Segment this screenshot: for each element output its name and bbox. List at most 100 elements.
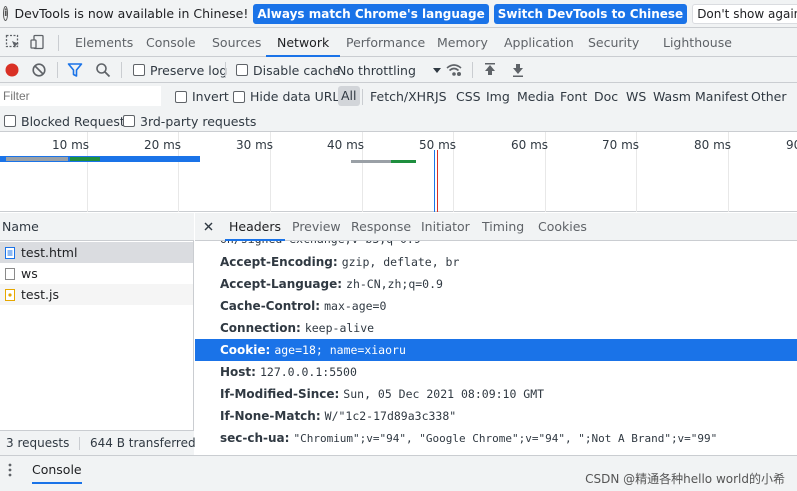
header-value: age=18; name=xiaoru [274,343,406,357]
filter-type-font[interactable]: Font [560,83,587,110]
header-row[interactable]: Host: 127.0.0.1:5500 [195,361,797,383]
export-har-icon[interactable] [510,62,526,78]
header-row[interactable]: Connection: keep-alive [195,317,797,339]
tab-application[interactable]: Application [504,28,574,57]
name-column-header[interactable]: Name [0,213,194,241]
header-value: W/"1c2-17d89a3c338" [324,409,457,423]
inspect-element-icon[interactable] [5,34,21,50]
header-row[interactable]: If-None-Match: W/"1c2-17d89a3c338" [195,405,797,427]
invert-label: Invert [192,89,229,104]
checkbox-box[interactable] [4,115,16,127]
request-options-bar: Blocked Requests 3rd-party requests [0,110,797,132]
tab-elements[interactable]: Elements [75,28,133,57]
filter-type-all[interactable]: All [338,86,360,106]
header-row-selected[interactable]: Cookie: age=18; name=xiaoru [195,339,797,361]
filter-input[interactable] [0,86,161,106]
checkbox-box[interactable] [236,64,248,76]
search-icon[interactable] [95,62,111,78]
filter-type-media[interactable]: Media [517,83,555,110]
waterfall-bar-download [391,160,416,163]
script-icon [5,288,15,301]
tab-response[interactable]: Response [351,213,411,241]
disable-cache-checkbox[interactable]: Disable cache [236,57,340,83]
device-toolbar-icon[interactable] [30,34,46,50]
third-party-checkbox[interactable]: 3rd-party requests [123,110,256,132]
preserve-log-label: Preserve log [150,62,228,78]
switch-to-chinese-button[interactable]: Switch DevTools to Chinese [493,3,688,24]
checkbox-box[interactable] [123,115,135,127]
tab-security[interactable]: Security [588,28,639,57]
disable-cache-label: Disable cache [253,62,341,78]
filter-icon[interactable] [67,62,83,78]
requests-list-pane: Name test.html ws test.js 3 requests 644… [0,213,207,455]
request-row[interactable]: test.html [0,242,193,263]
import-har-icon[interactable] [482,62,498,78]
tick-label: 10 ms [52,138,90,152]
tab-network[interactable]: Network [266,28,341,57]
timeline-overview[interactable]: 10 ms 20 ms 30 ms 40 ms 50 ms 60 ms 70 m… [0,132,797,212]
tab-console[interactable]: Console [146,28,196,57]
dont-show-again-button[interactable]: Don't show again [692,3,797,24]
blocked-requests-label: Blocked Requests [21,113,132,129]
filter-type-wasm[interactable]: Wasm [653,83,691,110]
filter-type-img[interactable]: Img [486,83,510,110]
filter-type-doc[interactable]: Doc [594,83,618,110]
load-event-marker [437,150,438,212]
request-row[interactable]: test.js [0,284,193,305]
clear-icon[interactable] [31,62,47,78]
drawer-tab-console[interactable]: Console [32,456,82,484]
waterfall-bar-download [70,157,100,161]
tab-cookies[interactable]: Cookies [538,213,587,241]
filter-type-manifest[interactable]: Manifest [695,83,748,110]
header-row[interactable]: Cache-Control: max-age=0 [195,295,797,317]
checkbox-box[interactable] [175,90,187,103]
drawer-menu-icon[interactable] [8,463,12,477]
filter-type-fetch-xhr[interactable]: Fetch/XHR [370,83,435,110]
header-value: max-age=0 [324,299,387,313]
panel-tabbar: Elements Console Sources Network Perform… [0,28,797,57]
tab-performance[interactable]: Performance [346,28,425,57]
close-icon[interactable] [204,222,213,231]
tab-timing[interactable]: Timing [482,213,524,241]
header-row[interactable]: If-Modified-Since: Sun, 05 Dec 2021 08:09… [195,383,797,405]
divider [362,89,363,105]
websocket-icon [5,267,15,280]
divider [121,62,122,78]
dom-content-loaded-marker [434,150,435,212]
transferred-size: 644 B transferred [89,436,196,450]
header-row[interactable]: Accept-Encoding: gzip, deflate, br [195,251,797,273]
header-value: "Chromium";v="94", "Google Chrome";v="94… [293,432,718,445]
divider [58,35,59,51]
third-party-label: 3rd-party requests [140,113,257,129]
header-row[interactable]: sec-ch-ua: "Chromium";v="94", "Google Chr… [195,427,797,449]
request-name: test.js [21,287,59,302]
header-value: 127.0.0.1:5500 [259,365,357,379]
hide-data-urls-checkbox[interactable]: Hide data URLs [233,83,346,110]
header-value: keep-alive [304,321,375,335]
filter-type-ws[interactable]: WS [626,83,646,110]
filter-type-css[interactable]: CSS [456,83,481,110]
checkbox-box[interactable] [133,64,145,76]
always-match-language-button[interactable]: Always match Chrome's language [253,3,489,24]
tab-memory[interactable]: Memory [437,28,488,57]
header-row[interactable]: Accept-Language: zh-CN,zh;q=0.9 [195,273,797,295]
network-conditions-icon[interactable] [446,62,462,78]
blocked-requests-checkbox[interactable]: Blocked Requests [4,110,131,132]
header-value: zh-CN,zh;q=0.9 [346,277,443,291]
tab-lighthouse[interactable]: Lighthouse [663,28,732,57]
filter-type-js[interactable]: JS [435,83,447,110]
checkbox-box[interactable] [233,90,245,103]
tab-sources[interactable]: Sources [212,28,261,57]
infobar-message: DevTools is now available in Chinese! [14,6,249,21]
preserve-log-checkbox[interactable]: Preserve log [133,57,227,83]
tab-headers[interactable]: Headers [225,213,286,241]
throttling-select[interactable]: No throttling [337,57,442,83]
tab-initiator[interactable]: Initiator [421,213,470,241]
header-key: Host: [220,365,256,379]
invert-checkbox[interactable]: Invert [175,83,229,110]
tab-preview[interactable]: Preview [292,213,341,241]
request-row[interactable]: ws [0,263,193,284]
record-icon[interactable] [4,62,20,78]
tick-label: 40 ms [327,138,365,152]
filter-type-other[interactable]: Other [751,83,787,110]
